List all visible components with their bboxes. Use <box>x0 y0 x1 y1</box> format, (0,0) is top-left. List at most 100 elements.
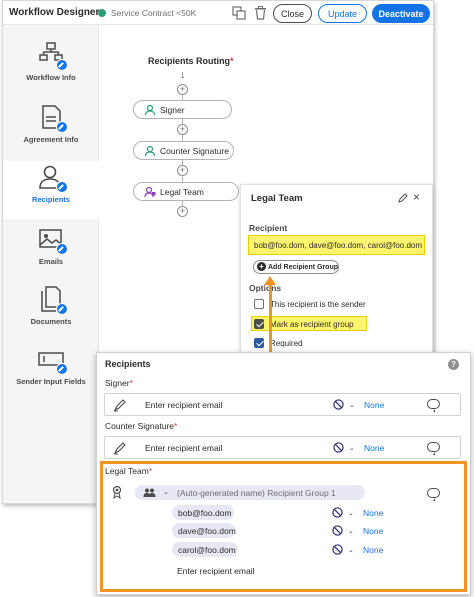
group-icon <box>144 186 156 198</box>
required-mark: * <box>148 466 153 476</box>
required-mark: * <box>129 378 133 388</box>
routing-title: Recipients Routing* <box>148 56 234 66</box>
add-step-button[interactable]: + <box>177 124 188 135</box>
top-bar: Workflow Designer Service Contract <50K … <box>3 1 433 25</box>
sidebar-item-sender-input-fields[interactable]: Sender Input Fields <box>3 343 99 401</box>
no-entry-icon[interactable] <box>332 544 343 555</box>
auth-value[interactable]: None <box>363 508 383 518</box>
sidebar-item-label: Documents <box>30 317 72 326</box>
signer-row: Enter recipient email ⌄ None <box>104 393 461 416</box>
signer-label: Signer* <box>105 378 133 388</box>
chevron-down-icon[interactable]: ⌄ <box>348 546 354 554</box>
group-email-input[interactable]: Enter recipient email <box>177 566 254 576</box>
message-icon[interactable] <box>427 399 440 412</box>
signer-icon <box>144 145 156 157</box>
sender-checkbox[interactable] <box>254 299 264 309</box>
recipients-panel: Recipients ? Signer* Enter recipient ema… <box>96 352 471 595</box>
edit-icon[interactable] <box>398 193 408 205</box>
sidebar-item-workflow-info[interactable]: Workflow Info <box>3 39 99 97</box>
recipient-section-label: Recipient <box>249 223 288 233</box>
add-step-button[interactable]: + <box>177 206 188 217</box>
update-button[interactable]: Update <box>318 4 367 23</box>
required-checkbox[interactable] <box>254 338 264 348</box>
add-step-button[interactable]: + <box>177 84 188 95</box>
sidebar: Workflow Info Agreement Info Recipients … <box>3 25 99 503</box>
app-title: Workflow Designer <box>9 7 100 18</box>
auth-value[interactable]: None <box>364 443 384 453</box>
no-entry-icon[interactable] <box>333 399 344 410</box>
chevron-down-icon[interactable]: ⌄ <box>349 401 355 409</box>
counter-signature-email-input[interactable]: Enter recipient email <box>145 443 222 453</box>
status-dot-icon <box>98 9 106 17</box>
chevron-down-icon[interactable]: ⌄ <box>163 488 169 496</box>
required-mark: * <box>174 421 178 431</box>
help-icon[interactable]: ? <box>448 359 459 370</box>
message-icon[interactable] <box>427 488 440 501</box>
sidebar-item-documents[interactable]: Documents <box>3 283 99 341</box>
message-icon[interactable] <box>427 442 440 455</box>
input-fields-icon <box>37 345 68 375</box>
edit-badge-icon <box>56 243 68 255</box>
no-entry-icon[interactable] <box>332 525 343 536</box>
close-button[interactable]: Close <box>273 4 312 23</box>
add-step-button[interactable]: + <box>177 165 188 176</box>
copy-icon[interactable] <box>231 5 247 21</box>
group-name: (Auto-generated name) Recipient Group 1 <box>177 487 336 498</box>
emails-icon <box>37 225 68 255</box>
counter-signature-row: Enter recipient email ⌄ None <box>104 436 461 459</box>
chevron-down-icon[interactable]: ⌄ <box>349 444 355 452</box>
sidebar-item-label: Agreement Info <box>23 135 79 144</box>
auth-value[interactable]: None <box>364 400 384 410</box>
edit-badge-icon <box>56 121 68 133</box>
panel-title: Legal Team <box>251 193 303 204</box>
documents-icon <box>37 285 68 315</box>
agreement-icon <box>37 103 68 133</box>
add-recipient-group-button[interactable]: Add Recipient Group <box>253 260 339 274</box>
deactivate-button[interactable]: Deactivate <box>372 4 430 23</box>
auth-value[interactable]: None <box>363 526 383 536</box>
signer-icon <box>144 104 156 116</box>
role-label-text: Counter Signature <box>105 421 174 431</box>
recipients-icon <box>37 163 68 193</box>
recipient-group-pill[interactable]: ⌄ (Auto-generated name) Recipient Group … <box>135 485 365 500</box>
routing-node-counter-signature[interactable]: Counter Signature <box>133 141 234 160</box>
group-email-pill[interactable]: carol@foo.dom <box>172 542 238 557</box>
arrow-up-icon <box>264 276 276 285</box>
close-icon[interactable]: × <box>413 191 420 203</box>
no-entry-icon[interactable] <box>332 507 343 518</box>
trash-icon[interactable] <box>252 5 268 21</box>
workflow-icon <box>37 41 68 71</box>
signer-email-input[interactable]: Enter recipient email <box>145 400 222 410</box>
chevron-down-icon[interactable]: ⌄ <box>348 509 354 517</box>
legal-team-highlight <box>100 461 467 592</box>
group-icon <box>143 488 156 497</box>
routing-node-legal-team[interactable]: Legal Team <box>133 182 239 201</box>
sidebar-item-recipients[interactable]: Recipients <box>3 161 99 219</box>
no-entry-icon[interactable] <box>333 442 344 453</box>
panel-title: Recipients <box>105 359 151 369</box>
role-label-text: Signer <box>105 378 130 388</box>
recipient-input[interactable]: bob@foo.dom, dave@foo.dom, carol@foo.dom <box>248 235 425 255</box>
pen-icon <box>113 442 126 455</box>
auth-value[interactable]: None <box>363 545 383 555</box>
routing-node-signer[interactable]: Signer <box>133 100 232 119</box>
sidebar-item-emails[interactable]: Emails <box>3 223 99 281</box>
option-label: Required <box>270 339 303 348</box>
node-label: Counter Signature <box>160 145 229 156</box>
workflow-name: Service Contract <50K <box>111 8 197 18</box>
group-email-pill[interactable]: bob@foo.dom <box>172 505 234 520</box>
sidebar-item-label: Recipients <box>32 195 70 204</box>
node-label: Signer <box>160 104 185 115</box>
legal-team-label: Legal Team* <box>105 466 152 476</box>
sidebar-item-label: Emails <box>38 257 64 266</box>
sidebar-item-agreement-info[interactable]: Agreement Info <box>3 101 99 159</box>
pen-icon <box>113 399 126 412</box>
option-label: Mark as recipient group <box>270 320 354 329</box>
chevron-down-icon[interactable]: ⌄ <box>348 527 354 535</box>
recipient-group-checkbox[interactable] <box>254 319 264 329</box>
edit-badge-icon <box>56 303 68 315</box>
arrow-down-icon: ↓ <box>180 69 186 81</box>
node-label: Legal Team <box>160 186 204 197</box>
sidebar-item-label: Sender Input Fields <box>16 377 86 386</box>
group-email-pill[interactable]: dave@foo.dom <box>172 523 236 538</box>
